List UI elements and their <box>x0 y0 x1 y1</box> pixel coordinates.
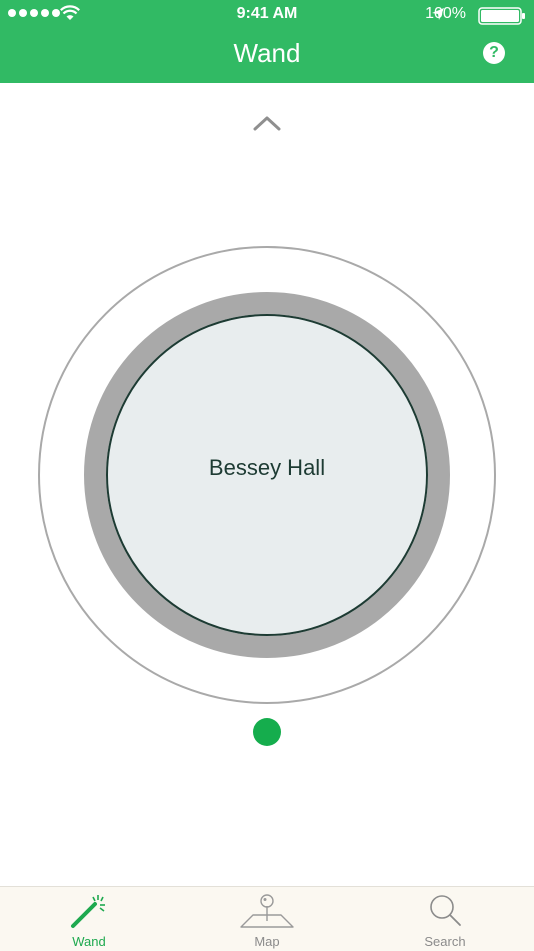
search-icon <box>430 895 461 926</box>
tab-map[interactable]: Map <box>178 887 356 951</box>
wand-icon <box>71 895 105 928</box>
tab-search[interactable]: Search <box>356 887 534 951</box>
map-pin-icon <box>240 894 294 928</box>
tab-bar: Wand Map Search <box>0 886 534 951</box>
tab-search-label: Search <box>424 934 466 949</box>
indicator-dot <box>253 718 281 746</box>
tab-map-label: Map <box>254 934 280 949</box>
tab-wand[interactable]: Wand <box>0 887 178 951</box>
tab-wand-label: Wand <box>72 934 106 949</box>
building-name: Bessey Hall <box>208 455 326 480</box>
